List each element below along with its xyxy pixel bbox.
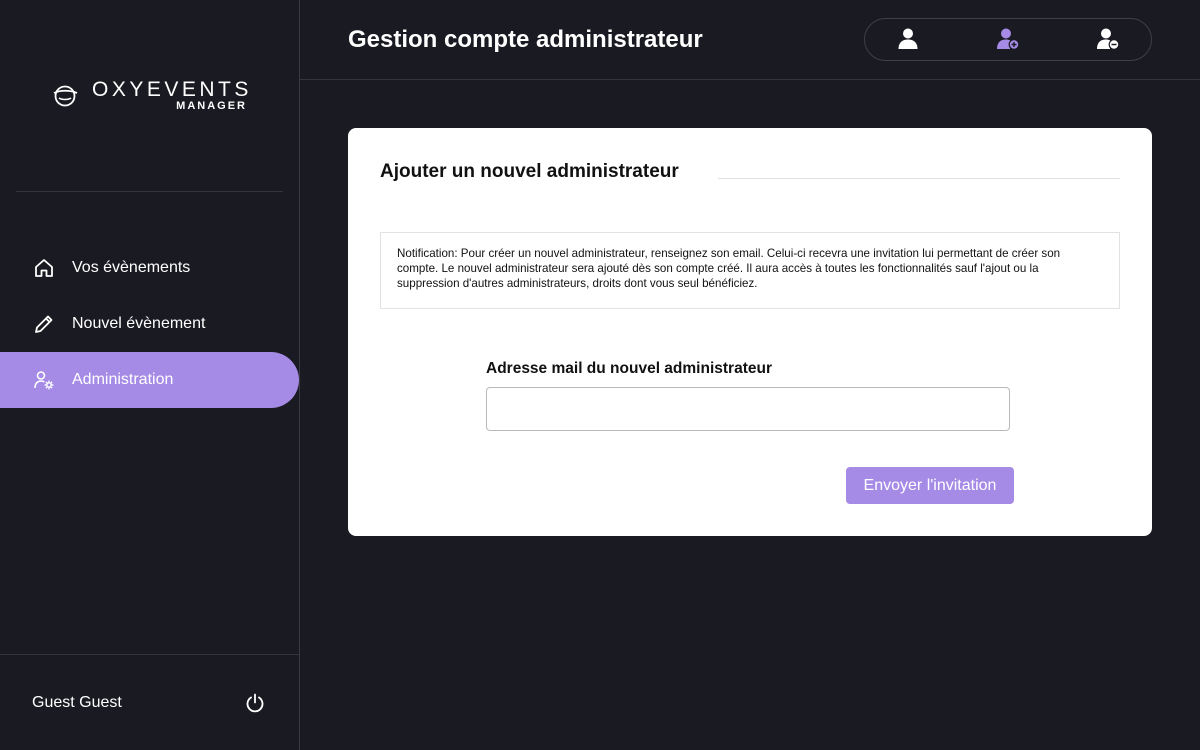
sidebar-item-events[interactable]: Vos évènements	[0, 240, 299, 296]
sidebar-divider	[16, 191, 283, 192]
current-user-name: Guest Guest	[32, 694, 122, 711]
user-add-icon[interactable]	[994, 25, 1022, 53]
logo-subtitle: MANAGER	[176, 100, 247, 112]
card-title: Ajouter un nouvel administrateur	[380, 161, 679, 182]
sidebar-item-label: Administration	[72, 371, 174, 388]
sidebar-item-administration[interactable]: Administration	[0, 352, 299, 408]
add-admin-card: Ajouter un nouvel administrateur Notific…	[348, 128, 1152, 536]
sidebar-item-label: Nouvel évènement	[72, 315, 206, 332]
user-icon[interactable]	[894, 25, 922, 53]
header: Gestion compte administrateur	[300, 0, 1200, 80]
user-gear-icon	[34, 371, 54, 390]
email-field[interactable]	[486, 387, 1010, 431]
oxyevents-logo-icon	[53, 85, 78, 107]
app-logo[interactable]: OXYEVENTS MANAGER	[52, 78, 252, 118]
sidebar-item-label: Vos évènements	[72, 259, 191, 276]
pencil-icon	[35, 315, 53, 333]
power-icon[interactable]	[244, 692, 266, 714]
sidebar: OXYEVENTS MANAGER Vos évènements Nouvel …	[0, 0, 300, 750]
admin-view-switcher	[864, 18, 1152, 61]
email-label: Adresse mail du nouvel administrateur	[486, 360, 772, 377]
send-invitation-button[interactable]: Envoyer l'invitation	[846, 467, 1014, 504]
sidebar-footer-divider	[0, 654, 299, 655]
notification-box: Notification: Pour créer un nouvel admin…	[380, 232, 1120, 309]
sidebar-item-new-event[interactable]: Nouvel évènement	[0, 296, 299, 352]
title-divider	[718, 178, 1120, 179]
home-icon	[35, 259, 53, 277]
page-title: Gestion compte administrateur	[348, 26, 703, 53]
logo-title: OXYEVENTS	[92, 78, 252, 101]
user-remove-icon[interactable]	[1094, 25, 1122, 53]
